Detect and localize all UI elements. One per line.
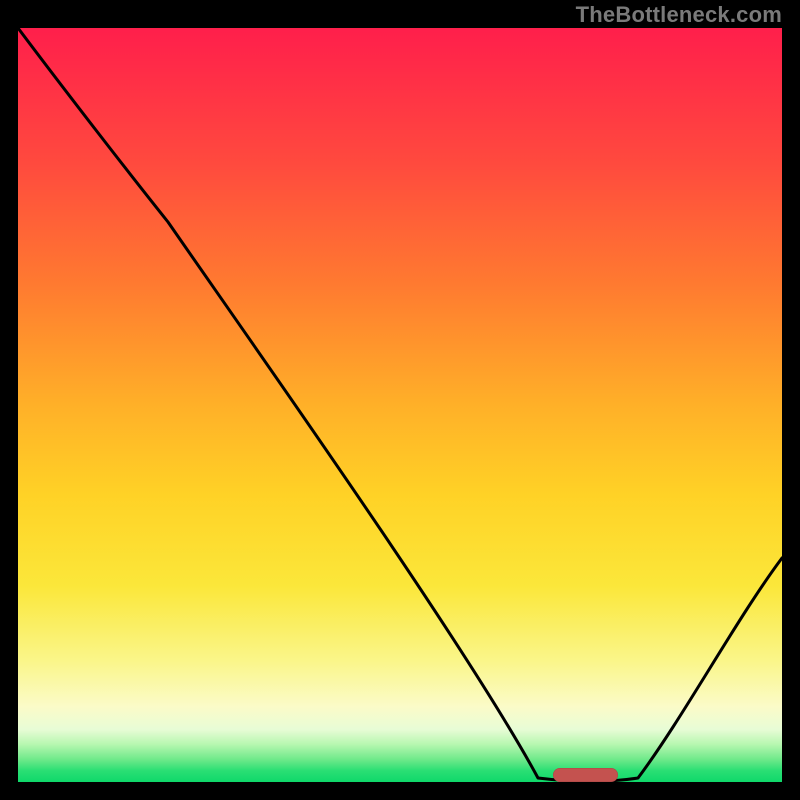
chart-svg — [18, 28, 782, 782]
optimal-range-marker — [553, 768, 618, 782]
watermark-text: TheBottleneck.com — [576, 2, 782, 28]
chart-frame: TheBottleneck.com — [0, 0, 800, 800]
chart-plot-area — [18, 28, 782, 782]
bottleneck-curve-path — [18, 28, 782, 781]
